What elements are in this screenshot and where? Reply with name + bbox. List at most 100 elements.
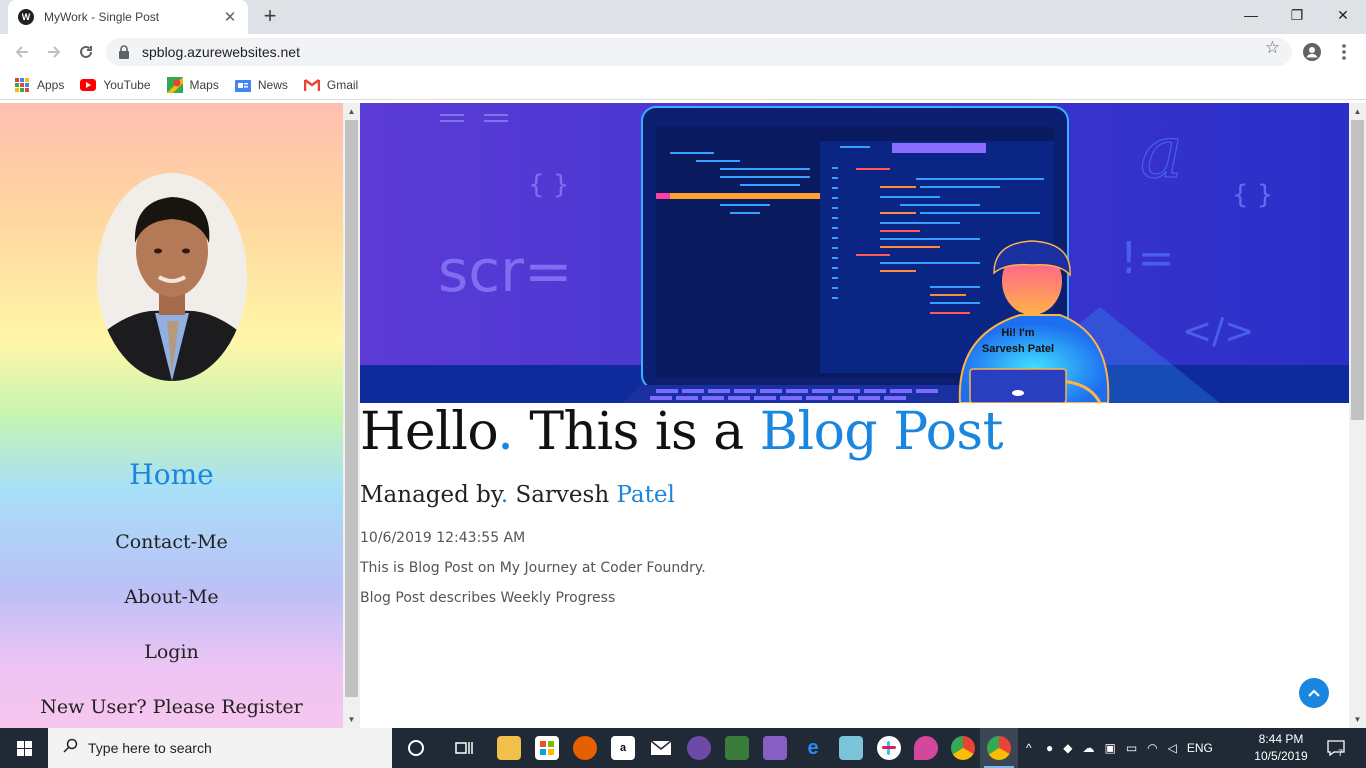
site-favicon-icon: W [18, 9, 34, 25]
slack-icon[interactable] [877, 736, 901, 760]
news-icon [234, 77, 251, 93]
windows-icon [16, 740, 32, 756]
visual-studio-icon[interactable] [763, 736, 787, 760]
forward-icon[interactable] [42, 40, 66, 64]
bookmarks-bar: Apps YouTube Maps News Gmail [0, 70, 1366, 100]
maps-app-icon[interactable] [914, 736, 938, 760]
scrollbar-thumb[interactable] [1351, 120, 1364, 420]
taskbar: Type here to search a e ^ ● ◆ ☁ ▣ ▭ ◠ ◁ … [0, 728, 1366, 768]
post-sub-part2: Sarvesh [508, 482, 617, 508]
scroll-up-icon[interactable]: ▲ [1349, 103, 1366, 120]
hero-decor-neq: != [1120, 233, 1175, 284]
minimize-button[interactable]: — [1228, 0, 1274, 30]
nav-contact[interactable]: Contact-Me [0, 531, 343, 553]
clock[interactable]: 8:44 PM 10/5/2019 [1250, 731, 1312, 765]
file-explorer-icon[interactable] [497, 736, 521, 760]
edge-icon[interactable]: e [801, 736, 825, 760]
security-icon[interactable]: ● [1046, 741, 1053, 755]
language-indicator[interactable]: ENG [1187, 741, 1213, 755]
store-icon[interactable] [535, 736, 559, 760]
notes-icon[interactable] [839, 736, 863, 760]
post-subtitle: Managed by. Sarvesh Patel [360, 482, 675, 508]
tray-icons: ● ◆ ☁ ▣ ▭ ◠ ◁ ENG [1046, 728, 1213, 768]
post-title-part1: Hello [360, 402, 498, 462]
post-title-dot: . [497, 402, 514, 462]
scroll-up-icon[interactable]: ▲ [343, 103, 360, 120]
reload-icon[interactable] [74, 40, 98, 64]
new-tab-button[interactable]: + [258, 4, 282, 28]
post-line-2: Blog Post describes Weekly Progress [360, 590, 616, 606]
hero-decor-braces: { } [528, 170, 569, 200]
back-icon[interactable] [10, 40, 34, 64]
github-desktop-icon[interactable] [687, 736, 711, 760]
menu-icon[interactable] [1332, 40, 1356, 64]
chrome-active-icon[interactable] [987, 736, 1011, 760]
volume-icon[interactable]: ◁ [1168, 741, 1177, 755]
bookmark-star-icon[interactable]: ☆ [1265, 38, 1280, 58]
search-placeholder: Type here to search [88, 740, 212, 756]
back-to-top-button[interactable] [1299, 678, 1329, 708]
chrome-icon[interactable] [951, 736, 975, 760]
profile-icon[interactable] [1300, 40, 1324, 64]
youtube-icon [80, 77, 97, 93]
hero-decor-tag: </> [1182, 311, 1254, 352]
address-bar[interactable]: spblog.azurewebsites.net [106, 38, 1292, 66]
sidebar: Home Contact-Me About-Me Login New User?… [0, 103, 343, 728]
battery-icon[interactable]: ▭ [1126, 741, 1137, 755]
hero-decor-a: a [1140, 110, 1183, 194]
apps-icon [14, 77, 30, 93]
taskbar-search[interactable]: Type here to search [48, 728, 392, 768]
gmail-icon [303, 77, 320, 93]
bookmark-apps[interactable]: Apps [14, 77, 64, 93]
nav-home[interactable]: Home [0, 458, 343, 491]
bookmark-label: News [257, 77, 288, 92]
post-title-part3: Blog Post [759, 402, 1004, 462]
hero-banner: Hi! I'm Sarvesh Patel scr= { } { } != </… [360, 103, 1349, 403]
bookmark-youtube[interactable]: YouTube [80, 77, 151, 93]
hero-badge-line1: Hi! I'm [1001, 327, 1034, 339]
scroll-down-icon[interactable]: ▼ [343, 711, 360, 728]
firefox-icon[interactable] [573, 736, 597, 760]
mail-icon[interactable] [649, 736, 673, 760]
scrollbar-thumb[interactable] [345, 120, 358, 697]
bookmark-label: Apps [37, 77, 65, 92]
nav-register[interactable]: New User? Please Register [0, 696, 343, 718]
clock-date: 10/5/2019 [1254, 749, 1308, 763]
task-view-icon[interactable] [452, 736, 476, 760]
tab-close-icon[interactable]: ✕ [222, 8, 238, 26]
maps-icon [166, 76, 183, 93]
post-sub-part3: Patel [616, 482, 675, 508]
nav-about[interactable]: About-Me [0, 586, 343, 608]
bookmark-label: Gmail [326, 77, 359, 92]
bookmark-maps[interactable]: Maps [166, 76, 219, 93]
start-button[interactable] [0, 728, 48, 768]
page-scrollbar[interactable]: ▲ ▼ [1349, 103, 1366, 728]
post-date: 10/6/2019 12:43:55 AM [360, 530, 526, 546]
post-title-part2: This is a [513, 402, 760, 462]
show-hidden-icons[interactable]: ^ [1026, 728, 1032, 768]
bookmark-label: Maps [189, 77, 219, 92]
bookmark-news[interactable]: News [234, 77, 288, 93]
notification-center-icon[interactable]: 7 [1326, 728, 1345, 768]
close-window-button[interactable]: ✕ [1320, 0, 1366, 30]
cloud-icon[interactable]: ☁ [1082, 741, 1094, 755]
monitor-icon[interactable]: ▣ [1104, 741, 1115, 755]
hero-badge-line2: Sarvesh Patel [982, 343, 1054, 355]
restore-button[interactable]: ❐ [1274, 0, 1320, 30]
hero-decor-code: scr= [438, 237, 573, 305]
browser-toolbar: spblog.azurewebsites.net ☆ [0, 34, 1366, 70]
wifi-icon[interactable]: ◠ [1147, 741, 1157, 755]
bookmark-gmail[interactable]: Gmail [303, 77, 359, 93]
tab-title: MyWork - Single Post [44, 10, 160, 24]
nav-login[interactable]: Login [0, 641, 343, 663]
robot-app-icon[interactable] [725, 736, 749, 760]
browser-tab[interactable]: W MyWork - Single Post ✕ [8, 0, 248, 34]
clock-time: 8:44 PM [1258, 732, 1304, 746]
scroll-down-icon[interactable]: ▼ [1349, 711, 1366, 728]
lock-icon [118, 45, 132, 59]
profile-photo [97, 173, 247, 381]
sidebar-scrollbar[interactable]: ▲ ▼ [343, 103, 360, 728]
dropbox-icon[interactable]: ◆ [1063, 741, 1072, 755]
cortana-icon[interactable] [404, 736, 428, 760]
amazon-icon[interactable]: a [611, 736, 635, 760]
